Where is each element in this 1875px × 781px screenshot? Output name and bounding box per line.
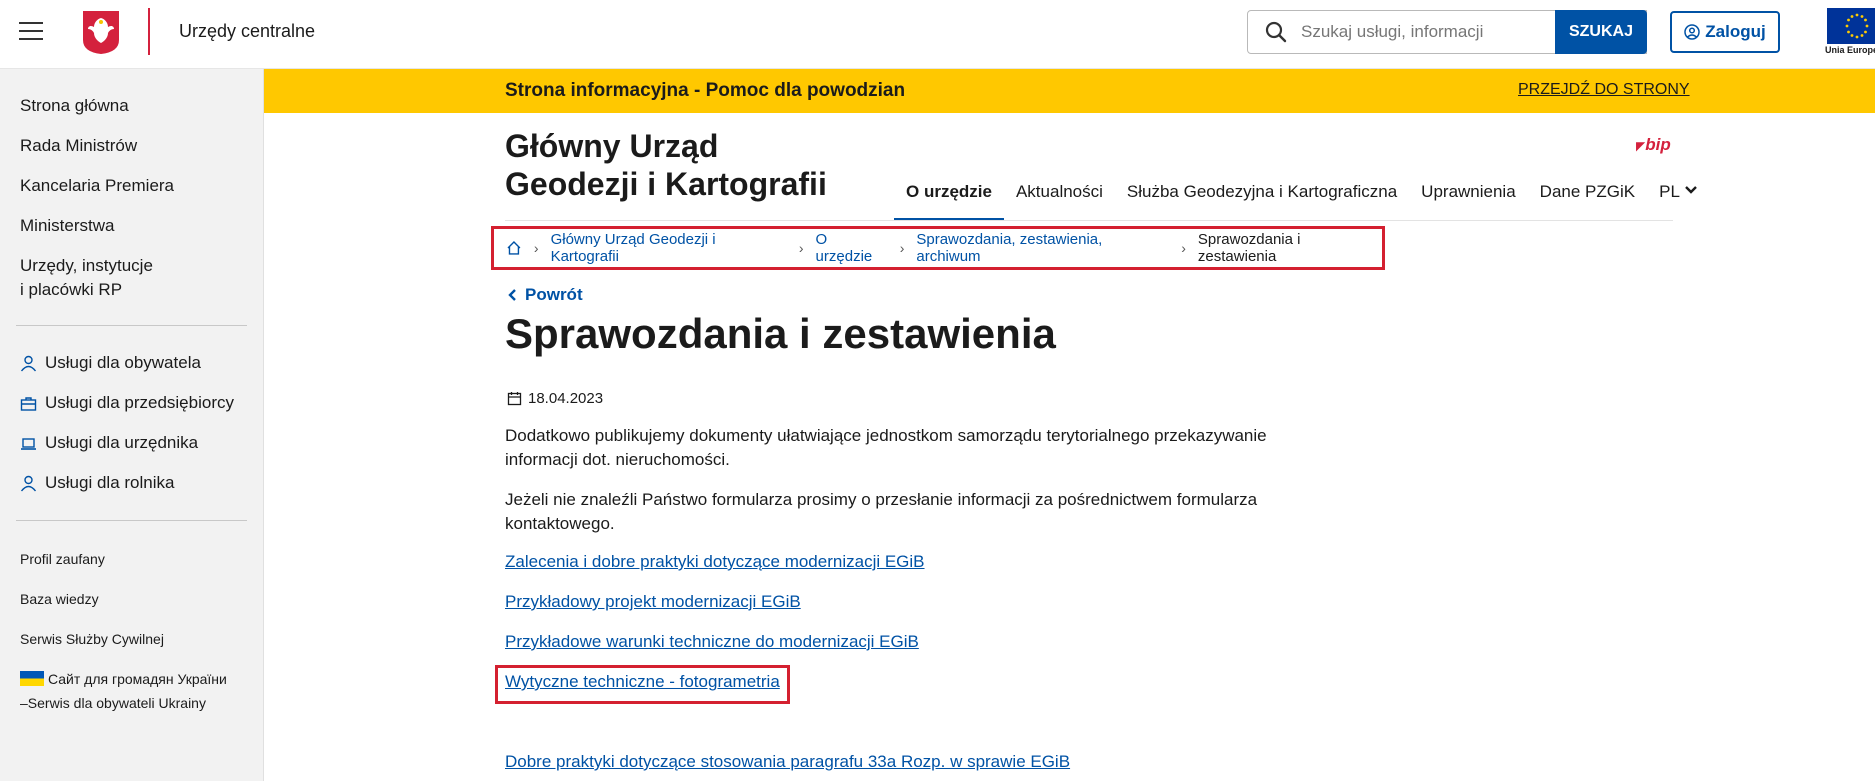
nav-licenses[interactable]: Uprawnienia: [1409, 180, 1528, 221]
org-title-line1: Główny Urząd: [505, 128, 719, 164]
doc-link-paragraph-33a[interactable]: Dobre praktyki dotyczące stosowania para…: [505, 752, 1070, 772]
doc-link-egib-recommendations[interactable]: Zalecenia i dobre praktyki dotyczące mod…: [505, 552, 925, 572]
nav-pzgik-data[interactable]: Dane PZGiK: [1528, 180, 1647, 221]
banner-title: Strona informacyjna - Pomoc dla powodzia…: [505, 80, 906, 101]
header-divider: [148, 8, 150, 55]
sidebar-item-label: Usługi dla rolnika: [45, 473, 175, 492]
chevron-right-icon: ›: [1181, 240, 1186, 256]
paragraph-intro: Dodatkowo publikujemy dokumenty ułatwiaj…: [505, 424, 1305, 472]
sidebar-item-offices-line2[interactable]: i placówki RP: [20, 278, 122, 302]
sidebar-item-label: Usługi dla przedsiębiorcy: [45, 393, 234, 412]
chevron-right-icon: ›: [533, 240, 539, 256]
sidebar-item-citizen[interactable]: Usługi dla obywatela: [20, 353, 201, 373]
breadcrumb-link-reports-archive[interactable]: Sprawozdania, zestawienia, archiwum: [916, 231, 1169, 265]
calendar-icon: [507, 392, 522, 406]
paragraph-line: informacji dot. nieruchomości.: [505, 450, 730, 469]
sidebar-item-label: Сайт для громадян України: [48, 671, 227, 687]
back-link[interactable]: Powrót: [507, 285, 583, 305]
home-icon[interactable]: [506, 240, 522, 256]
bip-arrow-icon: ◤: [1636, 139, 1646, 153]
sidebar-item-council[interactable]: Rada Ministrów: [20, 134, 137, 158]
search-icon: [1265, 21, 1287, 43]
nav-divider: [505, 220, 1673, 221]
top-header: Urzędy centralne SZUKAJ Zaloguj Unia Eur…: [0, 0, 1875, 69]
sidebar-item-ukraine-line2[interactable]: –Serwis dla obywateli Ukrainy: [20, 691, 206, 715]
sidebar-item-label: Usługi dla urzędnika: [45, 433, 199, 452]
publish-date: 18.04.2023: [507, 390, 603, 407]
user-icon: [20, 475, 37, 491]
nav-language[interactable]: PL: [1647, 180, 1698, 221]
page-title: Sprawozdania i zestawienia: [505, 310, 1056, 357]
breadcrumb-link-about[interactable]: O urzędzie: [816, 231, 888, 265]
search-button[interactable]: SZUKAJ: [1555, 10, 1647, 54]
chevron-down-icon: [1685, 186, 1697, 194]
login-button[interactable]: Zaloguj: [1670, 11, 1780, 53]
sidebar-item-farmer[interactable]: Usługi dla rolnika: [20, 473, 174, 493]
briefcase-icon: [20, 396, 37, 411]
sidebar-item-business[interactable]: Usługi dla przedsiębiorcy: [20, 393, 234, 413]
highlight-box: [495, 665, 790, 704]
sidebar-divider: [16, 325, 247, 326]
eu-label: Unia Europejska: [1825, 45, 1875, 55]
date-value: 18.04.2023: [528, 390, 604, 407]
breadcrumb: › Główny Urząd Geodezji i Kartografii › …: [491, 226, 1385, 270]
user-circle-icon: [1684, 24, 1701, 40]
site-name[interactable]: Urzędy centralne: [179, 21, 315, 42]
main-nav: O urzędzie Aktualności Służba Geodezyjna…: [894, 180, 1698, 221]
nav-news[interactable]: Aktualności: [1004, 180, 1115, 221]
nav-about[interactable]: O urzędzie: [894, 180, 1004, 221]
language-label: PL: [1659, 182, 1680, 201]
banner-link[interactable]: PRZEJDŹ DO STRONY: [1518, 81, 1690, 99]
login-label: Zaloguj: [1705, 22, 1766, 41]
breadcrumb-link-org[interactable]: Główny Urząd Geodezji i Kartografii: [551, 231, 787, 265]
polish-emblem-logo[interactable]: [82, 10, 120, 55]
sidebar-divider: [16, 520, 247, 521]
info-banner: Strona informacyjna - Pomoc dla powodzia…: [264, 69, 1875, 113]
sidebar-item-home[interactable]: Strona główna: [20, 94, 129, 118]
laptop-icon: [21, 437, 36, 450]
paragraph-contact: Jeżeli nie znaleźli Państwo formularza p…: [505, 488, 1305, 536]
menu-icon[interactable]: [19, 22, 43, 42]
paragraph-line: kontaktowego.: [505, 514, 615, 533]
sidebar-item-ukraine[interactable]: Сайт для громадян України: [20, 667, 227, 691]
org-title[interactable]: Główny Urząd Geodezji i Kartografii: [505, 127, 827, 203]
bip-logo[interactable]: ◤bip: [1636, 135, 1671, 155]
sidebar-item-label: Usługi dla obywatela: [45, 353, 201, 372]
sidebar-item-civil-service[interactable]: Serwis Służby Cywilnej: [20, 627, 164, 651]
breadcrumb-current: Sprawozdania i zestawienia: [1197, 231, 1301, 265]
bip-label: bip: [1645, 135, 1671, 154]
chevron-left-icon: [508, 289, 516, 301]
sidebar-item-knowledge-base[interactable]: Baza wiedzy: [20, 587, 99, 611]
chevron-right-icon: ›: [798, 240, 804, 256]
sidebar-item-chancellery[interactable]: Kancelaria Premiera: [20, 174, 174, 198]
eu-logo: Unia Europejska: [1810, 8, 1875, 56]
user-icon: [20, 355, 37, 371]
back-label: Powrót: [525, 285, 583, 304]
sidebar-item-offices-line1[interactable]: Urzędy, instytucje: [20, 254, 153, 278]
ukraine-flag-icon: [20, 671, 44, 686]
doc-link-egib-project[interactable]: Przykładowy projekt modernizacji EGiB: [505, 592, 801, 612]
sidebar-item-trusted-profile[interactable]: Profil zaufany: [20, 547, 105, 571]
sidebar: Strona główna Rada Ministrów Kancelaria …: [0, 69, 264, 781]
org-title-line2: Geodezji i Kartografii: [505, 166, 827, 202]
sidebar-item-ministries[interactable]: Ministerstwa: [20, 214, 114, 238]
paragraph-line: Jeżeli nie znaleźli Państwo formularza p…: [505, 490, 1258, 509]
paragraph-line: Dodatkowo publikujemy dokumenty ułatwiaj…: [505, 426, 1267, 445]
doc-link-egib-conditions[interactable]: Przykładowe warunki techniczne do modern…: [505, 632, 919, 652]
nav-geodetic-service[interactable]: Służba Geodezyjna i Kartograficzna: [1115, 180, 1409, 221]
eu-flag-icon: [1827, 8, 1875, 44]
chevron-right-icon: ›: [899, 240, 905, 256]
sidebar-item-official[interactable]: Usługi dla urzędnika: [20, 433, 198, 453]
